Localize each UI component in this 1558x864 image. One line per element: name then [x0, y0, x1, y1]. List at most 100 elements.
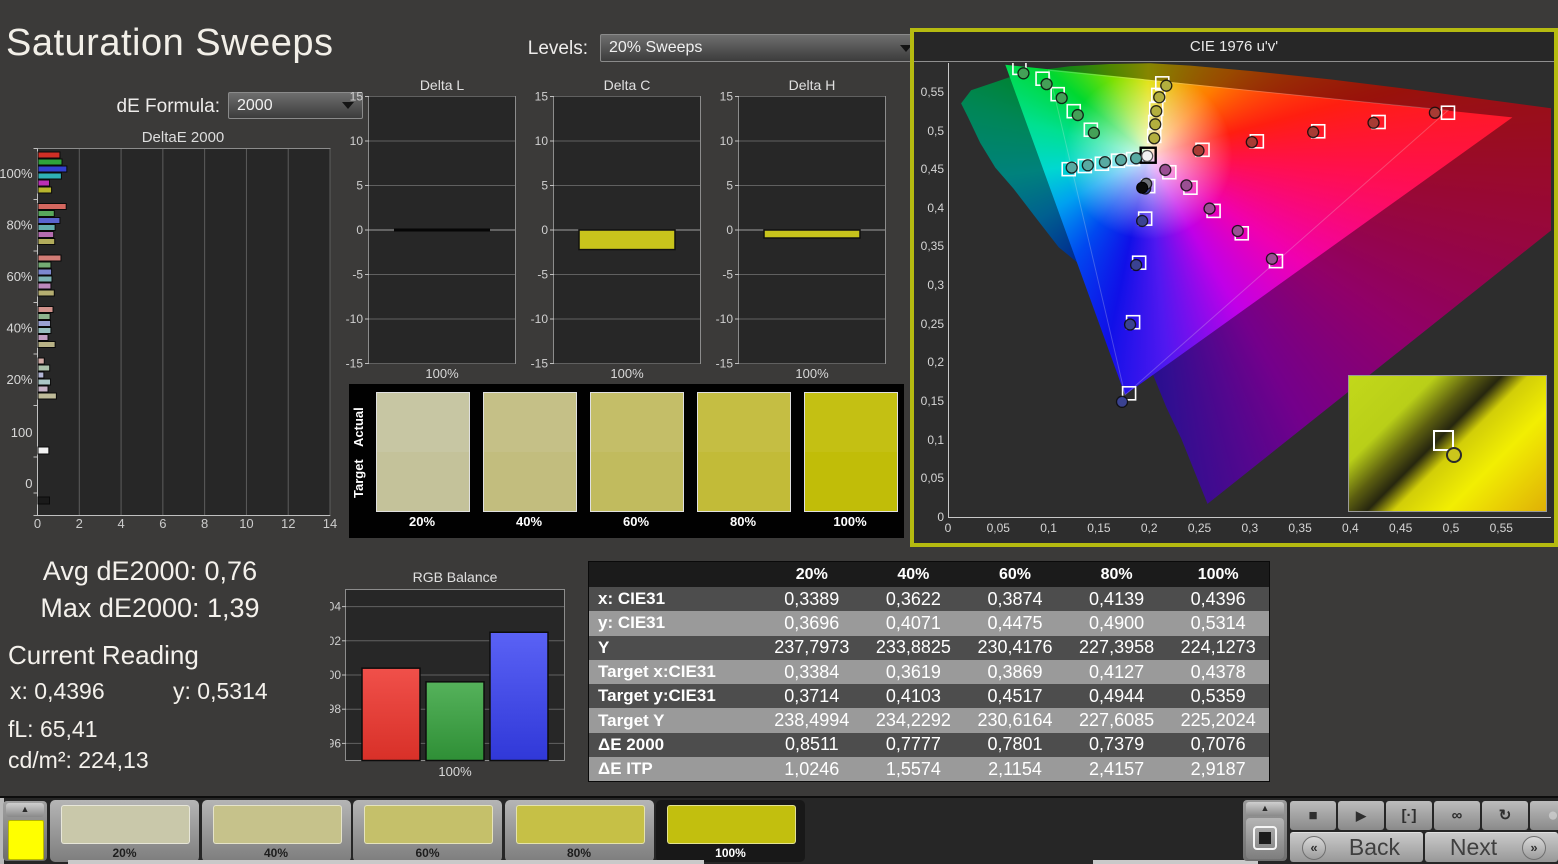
stop-button[interactable]: ■ [1290, 801, 1336, 830]
cie-x-tick: 0,35 [1280, 521, 1320, 535]
patch-swatch-80% [697, 392, 791, 512]
svg-text:12: 12 [281, 516, 295, 528]
next-button[interactable]: Next» [1425, 832, 1558, 862]
patch-swatch-60% [590, 392, 684, 512]
deltae-bar [38, 255, 61, 261]
patch-button-swatch [364, 805, 493, 844]
patch-button-80%[interactable]: 80% [505, 800, 654, 862]
svg-text:0: 0 [541, 223, 548, 237]
deltae-bar [38, 497, 49, 504]
svg-text:-10: -10 [346, 312, 364, 326]
next-chevron-icon: » [1522, 836, 1546, 860]
table-cell: 0,3696 [761, 613, 863, 634]
cie-y-tick: 0,1 [916, 433, 944, 447]
table-cell: 2,1154 [964, 759, 1066, 780]
cie-measured-dot-cyan [1131, 153, 1142, 164]
patch-button-swatch [516, 805, 645, 844]
table-row-label: x: CIE31 [589, 589, 761, 609]
patch-button-60%[interactable]: 60% [353, 800, 502, 862]
levels-dropdown[interactable]: 20% Sweeps [600, 34, 921, 62]
table-cell: 0,4396 [1167, 589, 1269, 610]
rgb-bar-red [362, 668, 420, 760]
record-button[interactable]: ● [1530, 801, 1558, 830]
cie-y-tick: 0,55 [916, 85, 944, 99]
svg-text:8: 8 [201, 516, 208, 528]
svg-text:4: 4 [117, 516, 124, 528]
deltae-bar [38, 307, 53, 313]
table-cell: 224,1273 [1167, 637, 1269, 658]
table-cell: 230,4176 [964, 637, 1066, 658]
bottom-control-bar: ▲ 20%40%60%80%100% ▲ ■▶[·]∞↻● «BackNext» [0, 796, 1558, 864]
actual-target-swatch-strip: ActualTarget20%40%60%80%100% [349, 384, 904, 538]
patch-swatch-40% [483, 392, 577, 512]
table-row-label: Target Y [589, 711, 761, 731]
svg-text:104: 104 [330, 600, 341, 614]
patch-button-20%[interactable]: 20% [50, 800, 199, 862]
generator-collapse-button[interactable]: ▲ [6, 803, 44, 817]
table-row: y: CIE310,36960,40710,44750,49000,5314 [589, 611, 1269, 635]
refresh-button[interactable]: ↻ [1482, 801, 1528, 830]
deltae-bar [38, 447, 49, 454]
cie-y-tick: 0,25 [916, 317, 944, 331]
inset-measured-dot [1446, 447, 1462, 463]
deltae-bar [38, 180, 49, 186]
cie-x-tick: 0,1 [1029, 521, 1069, 535]
cie-x-tick: 0,55 [1481, 521, 1521, 535]
cie-measured-dot-green [1041, 79, 1052, 90]
patch-swatch-20% [376, 392, 470, 512]
cie-y-tick: 0,05 [916, 471, 944, 485]
table-row-label: ΔE ITP [589, 759, 761, 779]
patch-button-100%[interactable]: 100% [656, 800, 805, 862]
back-button[interactable]: «Back [1290, 832, 1423, 862]
bottom-strip [68, 860, 704, 864]
svg-text:5: 5 [541, 179, 548, 193]
table-row-label: ΔE 2000 [589, 735, 761, 755]
svg-text:10: 10 [239, 516, 253, 528]
patch-button-40%[interactable]: 40% [202, 800, 351, 862]
measure-once-button[interactable]: [·] [1386, 801, 1432, 830]
deltae-bar [38, 232, 54, 238]
cie-x-tick: 0,3 [1230, 521, 1270, 535]
measure-continuous-button[interactable]: ∞ [1434, 801, 1480, 830]
patch-button-swatch [61, 805, 190, 844]
svg-text:10: 10 [720, 134, 734, 148]
cie-zoom-inset [1348, 375, 1547, 512]
deltae-bar [38, 152, 60, 158]
patch-swatch-label: 20% [375, 514, 469, 529]
svg-text:-15: -15 [716, 357, 734, 371]
table-row: ΔE 20000,85110,77770,78010,73790,7076 [589, 733, 1269, 757]
cie-y-tick: 0,2 [916, 355, 944, 369]
deltae-bar [38, 386, 48, 392]
table-cell: 1,0246 [761, 759, 863, 780]
svg-text:2: 2 [76, 516, 83, 528]
table-cell: 0,4071 [863, 613, 965, 634]
target-row-label: Target [351, 444, 367, 514]
table-cell: 0,4103 [863, 686, 965, 707]
table-cell: 0,4127 [1066, 662, 1168, 683]
cie-measured-dot-cyan [1082, 160, 1093, 171]
current-fl: fL: 65,41 [8, 716, 98, 743]
table-cell: 0,7777 [863, 734, 965, 755]
svg-text:Delta L: Delta L [420, 78, 465, 93]
patch-button-label: 60% [353, 846, 502, 860]
table-cell: 2,9187 [1167, 759, 1269, 780]
deltae-bar [38, 173, 61, 179]
delta-bar [394, 229, 490, 232]
table-header-cell: 60% [964, 566, 1066, 584]
table-cell: 2,4157 [1066, 759, 1168, 780]
back-chevron-icon: « [1302, 836, 1326, 860]
cie-x-tick: 0,5 [1431, 521, 1471, 535]
table-cell: 0,3384 [761, 662, 863, 683]
cie-measured-dot-cyan [1099, 157, 1110, 168]
target-window-button[interactable] [1246, 818, 1284, 859]
svg-text:-5: -5 [352, 268, 363, 282]
table-cell: 0,7801 [964, 734, 1066, 755]
meter-collapse-button[interactable]: ▲ [1246, 802, 1284, 816]
cie-measured-dot-green [1018, 68, 1029, 79]
cie-measured-dot-red [1193, 145, 1204, 156]
svg-text:100%: 100% [610, 366, 644, 381]
table-row: Y237,7973233,8825230,4176227,3958224,127… [589, 636, 1269, 660]
svg-text:-10: -10 [716, 312, 734, 326]
play-button[interactable]: ▶ [1338, 801, 1384, 830]
table-cell: 0,3714 [761, 686, 863, 707]
